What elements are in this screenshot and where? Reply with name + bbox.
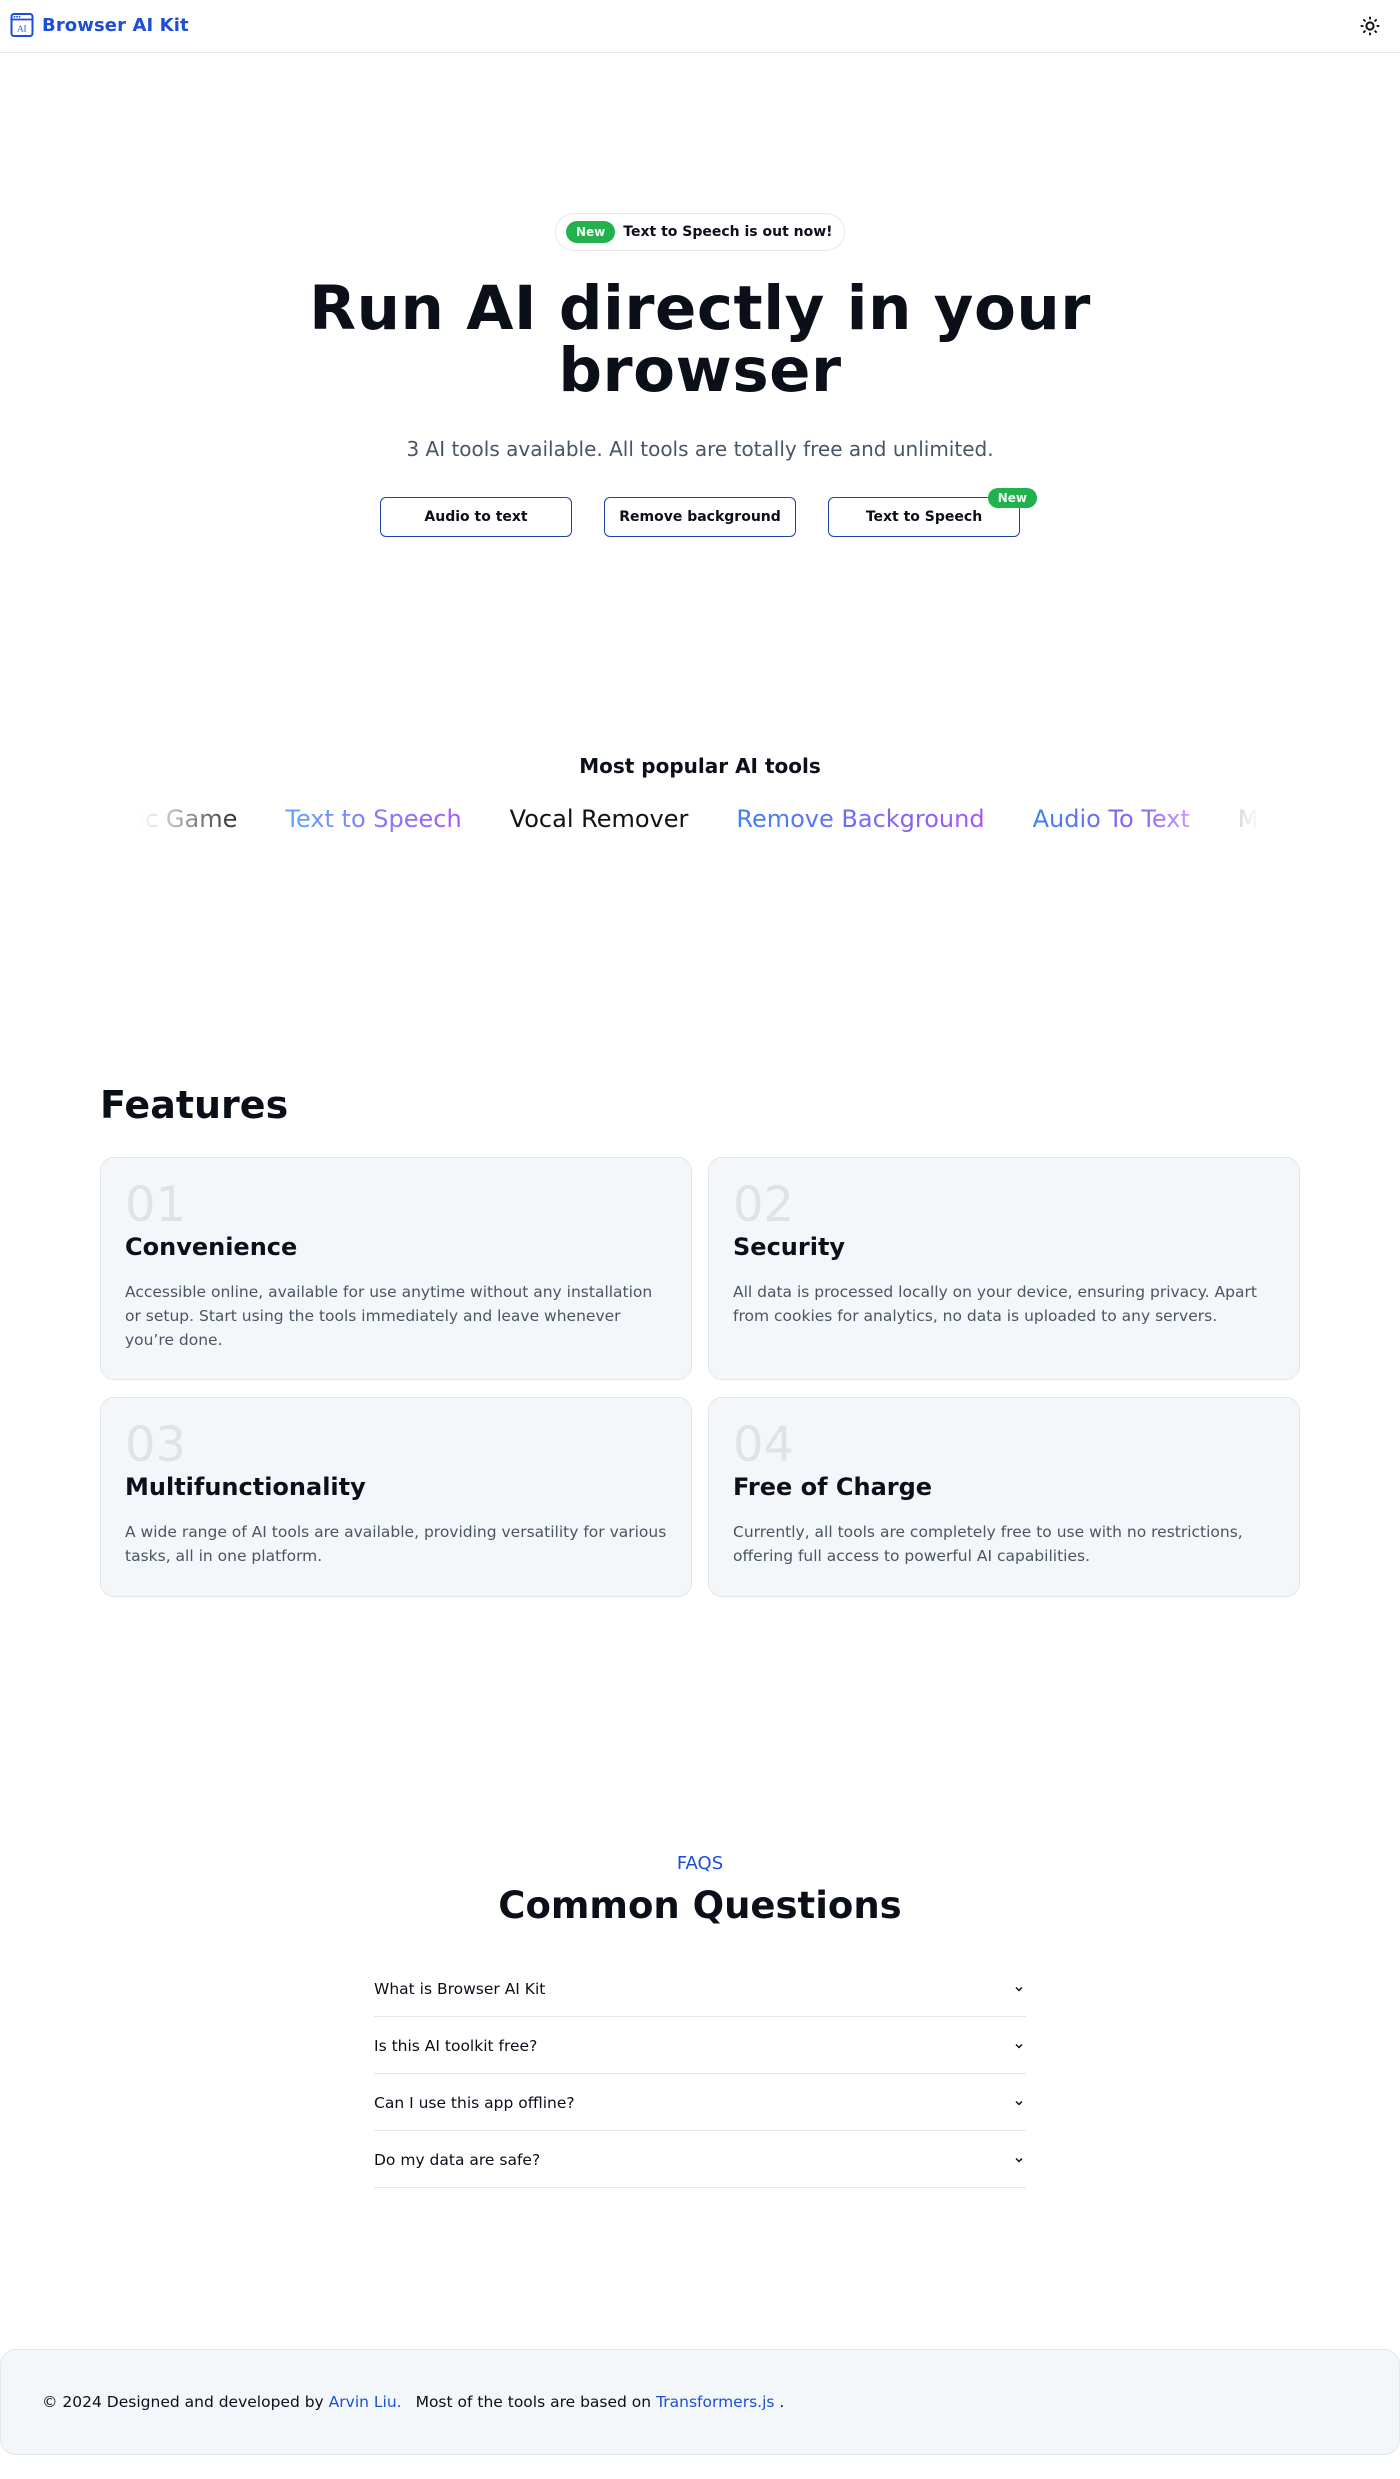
new-badge: New [566,221,616,243]
feature-card: 04 Free of Charge Currently, all tools a… [708,1397,1300,1597]
brand-name: Browser AI Kit [42,14,189,36]
button-label: Text to Speech [865,509,983,525]
feature-title: Free of Charge [733,1473,933,1501]
faq-question: What is Browser AI Kit [374,1980,546,1998]
feature-card: 03 Multifunctionality A wide range of AI… [100,1397,692,1597]
announcement-text: Text to Speech is out now! [623,224,833,240]
faq-question: Is this AI toolkit free? [374,2037,538,2055]
button-label: Remove background [619,509,781,525]
popular-tools-marquee: Music Game Text to Speech Vocal Remover … [140,800,1260,840]
chevron-down-icon [1012,2039,1026,2053]
new-badge: New [987,488,1037,508]
feature-title: Convenience [125,1233,298,1261]
brand-link[interactable]: AI Browser AI Kit [10,12,189,38]
popular-tool-link[interactable]: Music Game [1238,800,1260,838]
marquee-track: Music Game Text to Speech Vocal Remover … [140,800,1260,838]
feature-description: Currently, all tools are completely free… [733,1523,1243,1565]
feature-number: 03 [125,1417,187,1473]
feature-description: A wide range of AI tools are available, … [125,1523,667,1565]
feature-card: 02 Security All data is processed locall… [708,1157,1300,1380]
footer-copyright: © 2024 Designed and developed by [42,2393,324,2411]
faq-item[interactable]: Do my data are safe? [374,2131,1026,2188]
faq-question: Can I use this app offline? [374,2094,575,2112]
footer-based-on: Most of the tools are based on [415,2393,652,2411]
feature-title: Security [733,1233,846,1261]
hero-subtitle: 3 AI tools available. All tools are tota… [406,437,994,461]
popular-tools-title: Most popular AI tools [579,754,821,778]
theme-toggle-button[interactable] [1358,14,1382,38]
feature-card: 01 Convenience Accessible online, availa… [100,1157,692,1380]
popular-tool-link[interactable]: Music Game [140,800,237,838]
svg-text:AI: AI [16,25,27,35]
faq-item[interactable]: What is Browser AI Kit [374,1960,1026,2017]
chevron-down-icon [1012,1982,1026,1996]
hero-title: Run AI directly in your browser [309,273,1091,406]
features-title: Features [100,1083,289,1127]
faq-title: Common Questions [498,1884,902,1927]
author-link[interactable]: Arvin Liu. [329,2393,402,2411]
faq-accordion: What is Browser AI Kit Is this AI toolki… [374,1960,1026,2188]
popular-tool-link[interactable]: Remove Background [736,800,984,838]
feature-description: All data is processed locally on your de… [733,1283,1257,1325]
popular-tool-link[interactable]: Vocal Remover [510,800,689,838]
text-to-speech-button[interactable]: Text to Speech New [828,488,1037,537]
faq-item[interactable]: Can I use this app offline? [374,2074,1026,2131]
ai-window-icon: AI [10,13,34,37]
site-footer: © 2024 Designed and developed by Arvin L… [0,2349,1400,2455]
feature-number: 01 [125,1177,187,1233]
feature-number: 02 [733,1177,795,1233]
feature-title: Multifunctionality [125,1473,366,1501]
feature-number: 04 [733,1417,795,1473]
faq-item[interactable]: Is this AI toolkit free? [374,2017,1026,2074]
sun-icon [1360,16,1380,36]
popular-tool-link[interactable]: Text to Speech [285,800,461,838]
remove-background-button[interactable]: Remove background [604,497,796,537]
popular-tool-link[interactable]: Audio To Text [1033,800,1190,838]
faq-question: Do my data are safe? [374,2151,541,2169]
announcement-pill[interactable]: New Text to Speech is out now! [555,213,845,251]
button-label: Audio to text [424,509,528,525]
chevron-down-icon [1012,2153,1026,2167]
chevron-down-icon [1012,2096,1026,2110]
footer-period: . [779,2393,785,2411]
transformers-link[interactable]: Transformers.js [656,2393,774,2411]
site-header: AI Browser AI Kit [0,0,1400,53]
feature-description: Accessible online, available for use any… [125,1283,653,1349]
audio-to-text-button[interactable]: Audio to text [380,497,572,537]
faq-eyebrow: FAQS [676,1853,724,1874]
